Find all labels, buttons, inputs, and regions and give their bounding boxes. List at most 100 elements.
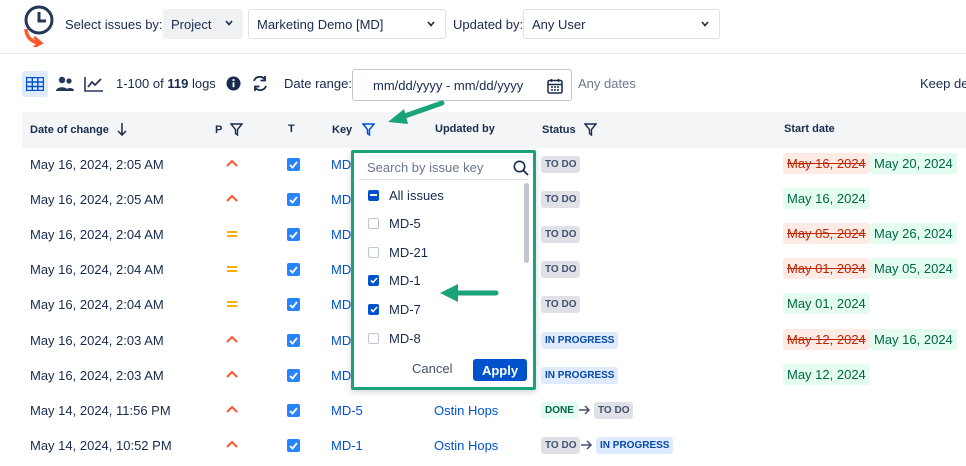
key-option-label: MD-21 (389, 244, 429, 260)
priority-high-icon (226, 159, 238, 167)
cancel-button[interactable]: Cancel (412, 361, 452, 376)
checkbox-checked-icon[interactable] (368, 303, 379, 315)
log-unit: logs (191, 76, 216, 91)
col-status-label: Status (542, 123, 576, 136)
priority-high-icon (226, 194, 238, 202)
filter-icon[interactable] (583, 123, 597, 136)
checkbox-unchecked-icon[interactable] (368, 246, 379, 258)
info-icon[interactable] (226, 76, 241, 91)
key-filter-popup: All issues MD-5 MD-21 MD-1 MD-7 MD-8 Cancel A… (351, 150, 536, 390)
log-total: 119 (167, 76, 189, 91)
chevron-down-icon (427, 21, 435, 27)
filter-icon[interactable] (230, 123, 244, 136)
search-icon (513, 160, 529, 176)
row-date: May 16, 2024, 2:04 AM (30, 297, 164, 312)
status-badge: TO DO (541, 191, 581, 208)
chart-view-button[interactable] (81, 71, 107, 97)
key-option[interactable]: MD-5 (368, 214, 421, 234)
key-option[interactable]: MD-21 (368, 242, 428, 262)
row-date: May 14, 2024, 10:52 PM (30, 438, 172, 453)
start-date-new: May 12, 2024 (783, 364, 870, 385)
col-key-label: Key (332, 123, 353, 136)
updated-by-label: Updated by: (453, 17, 524, 32)
col-key[interactable]: Key (332, 123, 376, 136)
col-start-date: Start date (784, 123, 835, 135)
top-bar: Select issues by: Project Marketing Demo… (0, 0, 966, 54)
key-option-label: MD-7 (389, 301, 421, 317)
key-option[interactable]: All issues (368, 185, 444, 205)
status-badge: IN PROGRESS (541, 332, 619, 349)
users-icon (56, 76, 74, 91)
table-view-button[interactable] (22, 71, 48, 97)
row-issue-key[interactable]: MD-5 (331, 403, 363, 418)
keep-label[interactable]: Keep de (920, 76, 966, 91)
checkbox-unchecked-icon[interactable] (368, 218, 379, 230)
status-badge: TO DO (541, 437, 581, 454)
checkbox-unchecked-icon[interactable] (368, 332, 379, 344)
task-type-icon (287, 369, 300, 382)
sort-down-icon[interactable] (117, 123, 127, 136)
start-date-new: May 16, 2024 (783, 188, 870, 209)
checkbox-indeterminate-icon[interactable] (368, 189, 379, 201)
priority-high-icon (226, 370, 238, 378)
task-type-icon (287, 439, 300, 452)
priority-medium-icon (227, 231, 237, 237)
task-type-icon (287, 334, 300, 347)
key-option-label: All issues (389, 187, 444, 203)
status-badge: TO DO (541, 156, 581, 173)
options-scrollbar[interactable] (524, 183, 529, 263)
row-date: May 16, 2024, 2:05 AM (30, 192, 164, 207)
apply-button[interactable]: Apply (473, 359, 527, 381)
project-select[interactable]: Marketing Demo [MD] (248, 9, 446, 39)
task-type-icon (287, 228, 300, 241)
key-option[interactable]: MD-8 (368, 328, 421, 348)
start-date-old: May 01, 2024 (783, 258, 870, 279)
key-search-field[interactable] (359, 156, 529, 180)
users-view-button[interactable] (52, 71, 78, 97)
issues-by-select[interactable]: Project (163, 9, 243, 39)
annotation-arrow-icon (440, 284, 499, 302)
col-date-of-change[interactable]: Date of change (30, 123, 127, 136)
date-range-placeholder: mm/dd/yyyy - mm/dd/yyyy (373, 77, 524, 93)
filter-active-icon[interactable] (362, 123, 376, 136)
status-badge: IN PROGRESS (596, 437, 674, 454)
row-date: May 16, 2024, 2:03 AM (30, 333, 164, 348)
row-updated-by[interactable]: Ostin Hops (434, 403, 498, 418)
issues-by-value: Project (171, 16, 212, 32)
date-range-input[interactable]: mm/dd/yyyy - mm/dd/yyyy (352, 69, 572, 101)
log-of: of (152, 76, 164, 91)
row-date: May 16, 2024, 2:04 AM (30, 262, 164, 277)
checkbox-checked-icon[interactable] (368, 275, 379, 287)
date-range-label: Date range: (284, 76, 352, 91)
status-badge: TO DO (594, 402, 634, 419)
key-option-label: MD-8 (389, 330, 421, 346)
start-date-new: May 26, 2024 (870, 223, 957, 244)
log-range: 1-100 (116, 76, 150, 91)
row-issue-key[interactable]: MD-1 (331, 438, 363, 453)
priority-high-icon (226, 405, 238, 413)
calendar-icon[interactable] (547, 78, 563, 94)
key-option-label: MD-5 (389, 216, 421, 232)
status-badge: TO DO (541, 261, 581, 278)
task-type-icon (287, 298, 300, 311)
task-type-icon (287, 158, 300, 171)
col-status[interactable]: Status (542, 123, 597, 136)
status-badge: TO DO (541, 296, 581, 313)
arrow-right-icon (579, 405, 591, 415)
table-row[interactable]: May 14, 2024, 11:56 PM MD-5 Ostin Hops DONE… (22, 393, 966, 428)
col-priority[interactable]: P (215, 123, 244, 136)
table-row[interactable]: May 14, 2024, 10:52 PM MD-1 Ostin Hops TO D… (22, 428, 966, 463)
priority-high-icon (226, 335, 238, 343)
table-header: Date of change P T Key Updated by Status… (22, 112, 966, 148)
start-date-new: May 05, 2024 (870, 258, 957, 279)
key-search-input[interactable] (367, 160, 497, 175)
updated-by-select[interactable]: Any User (523, 9, 720, 39)
any-dates-label: Any dates (578, 76, 636, 91)
key-option-label: MD-1 (389, 273, 421, 289)
history-logo-icon (24, 5, 54, 47)
priority-medium-icon (227, 301, 237, 307)
row-updated-by[interactable]: Ostin Hops (434, 438, 498, 453)
refresh-icon[interactable] (251, 75, 269, 92)
key-option[interactable]: MD-7 (368, 299, 421, 319)
key-option[interactable]: MD-1 (368, 271, 421, 291)
